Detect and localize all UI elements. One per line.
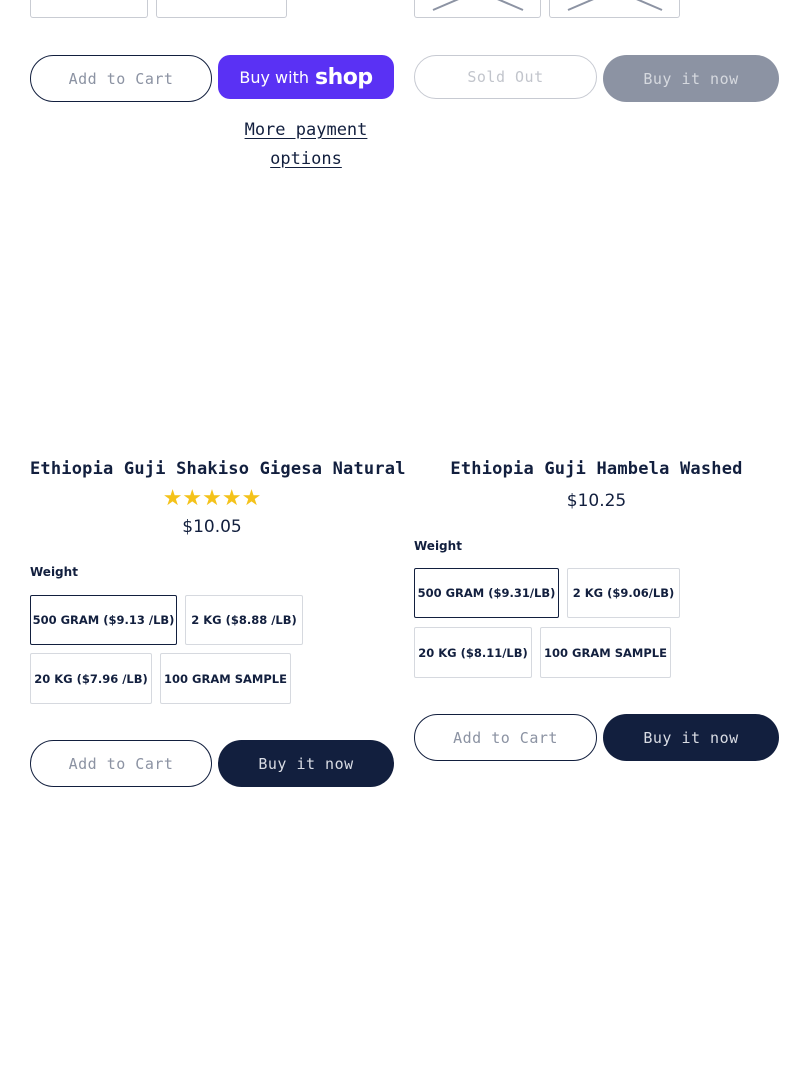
buy-with-label: Buy with	[239, 67, 309, 87]
variant-option[interactable]: 2 KG ($9.06/LB)	[567, 568, 680, 618]
weight-label: Weight	[414, 539, 462, 553]
variant-option[interactable]: 20 KG ($8.11/LB)	[414, 627, 532, 678]
variant-option-partial-sold-out[interactable]	[549, 0, 680, 18]
buy-it-now-button[interactable]: Buy it now	[218, 740, 394, 787]
variant-option[interactable]: 100 GRAM SAMPLE	[540, 627, 671, 678]
variant-option-partial-sold-out[interactable]	[414, 0, 541, 18]
add-to-cart-button[interactable]: Add to Cart	[414, 714, 597, 761]
product-price: $10.05	[182, 517, 242, 537]
star-rating: ★★★★★	[162, 486, 262, 511]
buy-it-now-button[interactable]: Buy it now	[603, 55, 779, 102]
variant-option-selected[interactable]: 500 GRAM ($9.13 /LB)	[30, 595, 177, 645]
variant-option-partial[interactable]	[30, 0, 148, 18]
weight-label: Weight	[30, 565, 78, 579]
add-to-cart-button[interactable]: Add to Cart	[30, 55, 212, 102]
product-price: $10.25	[566, 491, 627, 511]
buy-it-now-button[interactable]: Buy it now	[603, 714, 779, 761]
add-to-cart-button[interactable]: Add to Cart	[30, 740, 212, 787]
product-title[interactable]: Ethiopia Guji Hambela Washed	[414, 459, 779, 479]
variant-option[interactable]: 2 KG ($8.88 /LB)	[185, 595, 303, 645]
variant-option-selected[interactable]: 500 GRAM ($9.31/LB)	[414, 568, 559, 618]
shop-logo: shop	[315, 64, 373, 90]
variant-option-partial[interactable]	[156, 0, 287, 18]
strike-through-icon	[567, 0, 663, 11]
variant-option[interactable]: 100 GRAM SAMPLE	[160, 653, 291, 704]
product-title[interactable]: Ethiopia Guji Shakiso Gigesa Natural	[30, 459, 405, 479]
more-payment-options-link[interactable]: More payment options	[218, 116, 394, 174]
strike-through-icon	[432, 0, 524, 11]
variant-option[interactable]: 20 KG ($7.96 /LB)	[30, 653, 152, 704]
sold-out-button[interactable]: Sold Out	[414, 55, 597, 99]
buy-with-shop-pay-button[interactable]: Buy with shop	[218, 55, 394, 99]
